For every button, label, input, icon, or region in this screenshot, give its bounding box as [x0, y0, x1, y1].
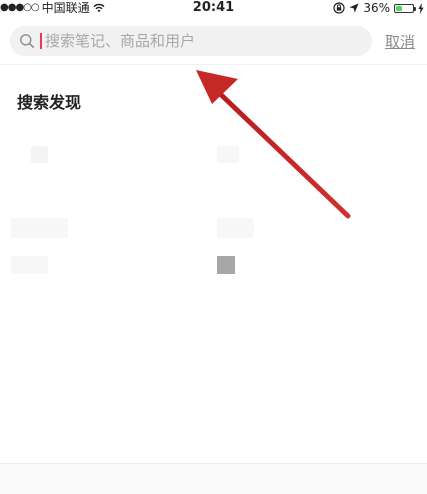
charging-bolt-icon [418, 2, 424, 14]
search-icon [20, 34, 34, 48]
discover-item-thumbnail[interactable] [217, 256, 235, 274]
header-divider [0, 64, 427, 65]
discover-item-placeholder[interactable] [217, 146, 239, 163]
status-right: 36% [333, 0, 424, 16]
search-input[interactable] [43, 31, 347, 51]
discover-item-placeholder[interactable] [31, 146, 48, 163]
battery-percent: 36% [363, 1, 390, 15]
battery-level-fill [396, 5, 402, 11]
bottom-area [0, 464, 427, 494]
search-bar[interactable] [10, 26, 372, 56]
text-caret [40, 33, 42, 49]
annotation-arrow-icon [196, 70, 351, 219]
discover-item-placeholder[interactable] [11, 218, 68, 238]
cancel-button[interactable]: 取消 [385, 31, 415, 52]
battery-icon [394, 3, 416, 13]
discover-item-placeholder[interactable] [11, 256, 48, 274]
lock-rotation-icon [333, 2, 345, 14]
discover-item-placeholder[interactable] [217, 218, 254, 238]
location-icon [349, 3, 359, 13]
search-discover-title: 搜索发现 [17, 93, 82, 112]
status-bar: ●●●○○ 中国联通 20:41 36% [0, 0, 427, 16]
